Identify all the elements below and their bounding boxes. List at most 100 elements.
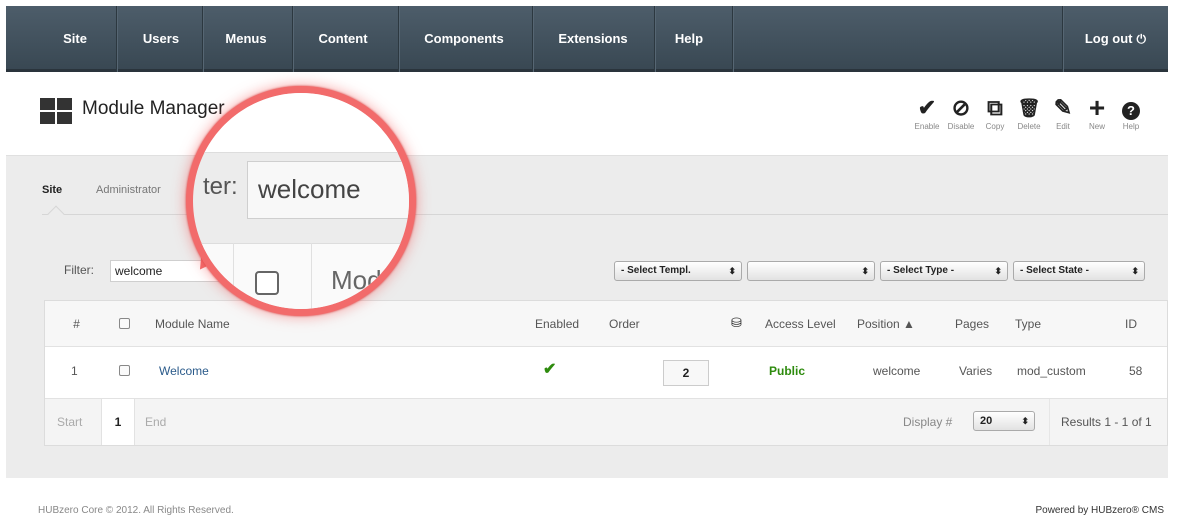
nav-separator (532, 6, 533, 72)
nav-components[interactable]: Components (414, 6, 514, 72)
row-number: 1 (71, 364, 78, 378)
position-value: welcome (873, 364, 921, 378)
select-state-value: - Select State - (1020, 265, 1089, 276)
pagination-start[interactable]: Start (57, 415, 82, 429)
pagination-page[interactable]: 1 (101, 399, 135, 445)
nav-site[interactable]: Site (50, 6, 100, 72)
nav-help[interactable]: Help (668, 6, 710, 72)
disable-button[interactable]: ⊘ Disable (944, 94, 978, 131)
row-checkbox[interactable] (119, 365, 130, 379)
main-panel: Site Administrator Filter: - Select Temp… (6, 156, 1168, 478)
nav-separator (116, 6, 117, 72)
table-footer: Start 1 End Display # 20 ⬍ Results 1 - 1 … (45, 399, 1167, 445)
magnifier-divider (311, 243, 312, 309)
display-select-value: 20 (980, 415, 993, 427)
nav-separator (654, 6, 655, 72)
help-label: Help (1122, 122, 1140, 131)
select-arrow-icon: ⬍ (728, 266, 736, 276)
select-type[interactable]: - Select Type - ⬍ (880, 261, 1008, 281)
type-value: mod_custom (1017, 364, 1086, 378)
edit-label: Edit (1056, 122, 1070, 131)
magnifier-column-label: Mod (331, 265, 382, 295)
magnifier-header-strip (193, 93, 409, 153)
help-icon: ? (1114, 94, 1148, 122)
disable-icon: ⊘ (951, 95, 971, 120)
access-level-link[interactable]: Public (769, 364, 805, 378)
col-module-name[interactable]: Module Name (155, 317, 230, 331)
nav-separator (398, 6, 399, 72)
select-arrow-icon: ⬍ (994, 266, 1002, 276)
copy-button[interactable]: ⧉ Copy (978, 94, 1012, 131)
footer-divider (1049, 399, 1050, 445)
select-arrow-icon: ⬍ (1021, 416, 1029, 426)
module-name-link[interactable]: Welcome (159, 364, 209, 378)
tab-administrator[interactable]: Administrator (96, 184, 161, 196)
delete-button[interactable]: 🗑 Delete (1012, 94, 1046, 131)
power-icon: ⏻ (1136, 32, 1147, 46)
new-label: New (1088, 122, 1105, 131)
tab-indicator (47, 205, 65, 223)
order-input[interactable]: 2 (663, 360, 709, 386)
col-id[interactable]: ID (1125, 317, 1137, 331)
table-row: 1 Welcome ✔ 2 Public welcome Varies mod_… (45, 347, 1167, 399)
nav-users[interactable]: Users (136, 6, 186, 72)
powered-by: Powered by HUBzero® CMS (1035, 505, 1164, 516)
col-number: # (73, 317, 80, 331)
filter-label: Filter: (64, 263, 94, 277)
nav-separator (732, 6, 733, 72)
magnifier-filter-label: ter: (203, 173, 238, 200)
pagination-end[interactable]: End (145, 415, 166, 429)
col-position[interactable]: Position ▲ (857, 317, 915, 331)
select-template[interactable]: - Select Templ. ⬍ (614, 261, 742, 281)
col-type[interactable]: Type (1015, 317, 1041, 331)
nav-separator (292, 6, 293, 72)
module-grid-icon (40, 98, 72, 124)
col-pages[interactable]: Pages (955, 317, 989, 331)
tab-site[interactable]: Site (42, 184, 62, 196)
toolbar: ✔ Enable ⊘ Disable ⧉ Copy 🗑 Delete ✎ Edi… (910, 94, 1160, 144)
display-label: Display # (903, 415, 953, 429)
col-access-level[interactable]: Access Level (765, 317, 836, 331)
nav-extensions[interactable]: Extensions (550, 6, 636, 72)
trash-icon: 🗑 (1017, 98, 1041, 118)
select-state[interactable]: - Select State - ⬍ (1013, 261, 1145, 281)
select-all-checkbox[interactable] (119, 318, 130, 332)
logout-label: Log out (1084, 31, 1133, 46)
nav-separator (1062, 6, 1063, 72)
new-button[interactable]: + New (1080, 94, 1114, 132)
save-order-icon[interactable]: ⛁ (731, 315, 742, 331)
display-select[interactable]: 20 ⬍ (973, 411, 1035, 431)
help-button[interactable]: ? Help (1114, 94, 1148, 131)
select-arrow-icon: ⬍ (1131, 266, 1139, 276)
select-position[interactable]: ⬍ (747, 261, 875, 281)
select-arrow-icon: ⬍ (861, 266, 869, 276)
pencil-icon: ✎ (1053, 95, 1073, 120)
page-header: Module Manager ✔ Enable ⊘ Disable ⧉ Copy… (6, 72, 1168, 156)
logout-button[interactable]: Log out ⏻ (1085, 6, 1146, 72)
id-value: 58 (1129, 364, 1143, 378)
enabled-check-icon[interactable]: ✔ (543, 359, 556, 379)
check-icon: ✔ (917, 95, 937, 120)
delete-label: Delete (1017, 122, 1041, 131)
nav-menus[interactable]: Menus (218, 6, 274, 72)
results-count: Results 1 - 1 of 1 (1061, 415, 1152, 429)
top-nav: Site Users Menus Content Components Exte… (6, 6, 1168, 72)
copyright: HUBzero Core © 2012. All Rights Reserved… (38, 505, 234, 516)
edit-button[interactable]: ✎ Edit (1046, 94, 1080, 131)
select-template-value: - Select Templ. (621, 265, 691, 276)
magnifier-checkbox (255, 271, 279, 295)
enable-button[interactable]: ✔ Enable (910, 94, 944, 131)
magnifier-filter-input: welcome (247, 161, 409, 219)
enable-label: Enable (914, 122, 940, 131)
nav-content[interactable]: Content (308, 6, 378, 72)
nav-separator (202, 6, 203, 72)
col-order[interactable]: Order (609, 317, 640, 331)
modules-table: # Module Name Enabled Order ⛁ Access Lev… (44, 300, 1168, 446)
select-type-value: - Select Type - (887, 265, 955, 276)
pages-value: Varies (959, 364, 993, 378)
magnifier-callout: ter: welcome Mod (186, 86, 416, 316)
copy-icon: ⧉ (987, 95, 1003, 120)
col-enabled[interactable]: Enabled (535, 317, 579, 331)
magnifier-divider (233, 243, 234, 309)
copy-label: Copy (985, 122, 1005, 131)
